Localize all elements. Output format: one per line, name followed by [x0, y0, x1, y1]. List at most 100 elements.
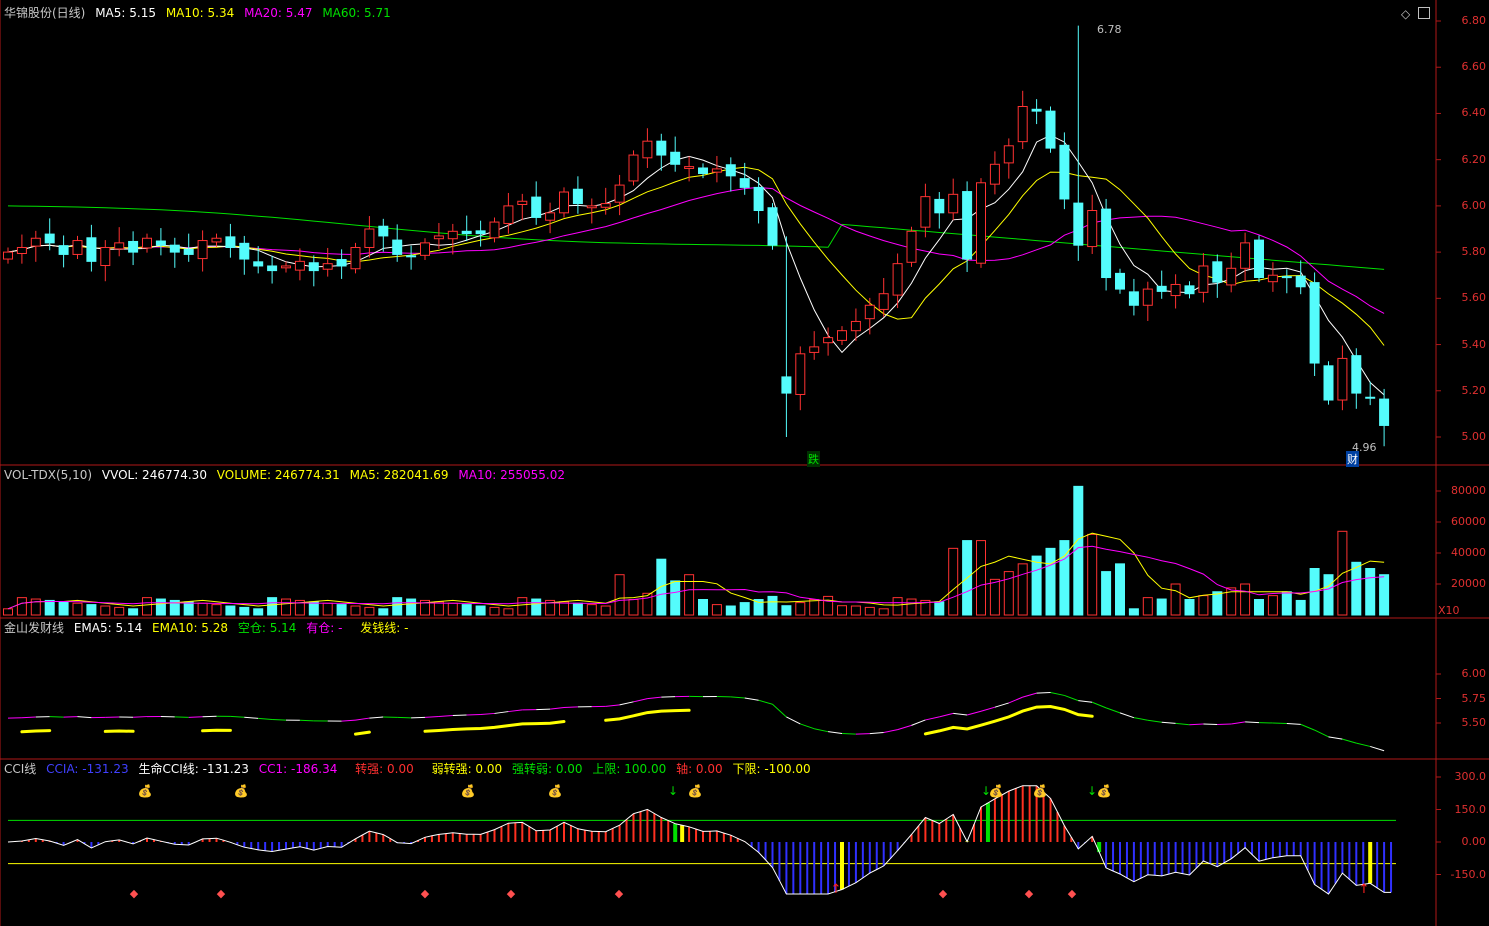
candle-body [169, 244, 180, 253]
jinshan-line-segment [1036, 692, 1051, 694]
candle-body [739, 178, 750, 188]
candle-body [892, 263, 903, 296]
jinshan-line-segment [438, 715, 453, 717]
ma60-line [7, 205, 1385, 270]
candle-body [642, 140, 653, 159]
jinshan-line-segment [1078, 700, 1093, 703]
candle-body [489, 221, 500, 239]
volume-bar [1267, 595, 1278, 616]
candle-body [3, 251, 13, 260]
jinshan-line-segment [480, 712, 495, 716]
jinshan-line-segment [883, 729, 898, 733]
money-bag-icon: 💰 [1033, 784, 1048, 798]
jinshan-line-segment [355, 717, 370, 721]
volume-bar [461, 604, 472, 616]
cci-lower: 下限: -100.00 [732, 762, 811, 776]
jinshan-line-segment [605, 704, 620, 707]
volume-bar [559, 601, 569, 616]
candle-body [753, 186, 764, 212]
candle-body [962, 191, 973, 260]
volume-bar [600, 605, 611, 616]
candle-body [1309, 282, 1320, 364]
jinshan-line-segment [63, 716, 78, 718]
jinshan-line-segment [911, 719, 926, 726]
diamond-icon[interactable]: ◇ [1401, 7, 1410, 21]
volume-bar [72, 602, 83, 616]
cci-tick-label: 150.0 [1454, 802, 1487, 816]
volume-bar [1017, 563, 1028, 616]
header-ma5: MA5: 5.15 [95, 6, 156, 20]
price-tick-label: 6.00 [1461, 198, 1487, 212]
jinshan-tick-label: 6.00 [1461, 667, 1487, 680]
candle-body [447, 230, 458, 240]
js-ema5: EMA5: 5.14 [73, 621, 143, 635]
volume-tick-label: 80000 [1451, 484, 1486, 497]
faqian-line [201, 728, 232, 733]
cci-upper: 上限: 100.00 [592, 762, 667, 776]
cci-tick-label: 0.00 [1461, 835, 1487, 848]
money-bag-icon: 💰 [688, 784, 703, 798]
candle-body [725, 164, 736, 177]
volume-bar [1365, 568, 1376, 616]
volume-bar [489, 606, 500, 616]
candle-body [837, 330, 847, 341]
gem-icon: ◆ [507, 887, 516, 900]
volume-bar [155, 598, 166, 616]
candle-body [211, 237, 222, 243]
cci-panel-header: CCI线 CCIA: -131.23 生命CCI线: -131.23 CC1: … [4, 761, 817, 777]
gem-icon: ◆ [1068, 887, 1077, 900]
volume-bar [475, 605, 486, 616]
volume-tick-label: 20000 [1451, 577, 1486, 590]
money-bag-icon: 💰 [548, 784, 563, 798]
candle-body [1128, 291, 1139, 306]
main-panel-header: 华锦股份(日线) MA5: 5.15 MA10: 5.34 MA20: 5.47… [4, 5, 397, 21]
jinshan-line-segment [299, 719, 314, 722]
jinshan-line-segment [758, 699, 773, 705]
candle-body [225, 236, 236, 248]
header-ma20: MA20: 5.47 [244, 6, 313, 20]
candle-body [114, 242, 125, 250]
candle-body [545, 212, 556, 221]
window-icon[interactable] [1418, 7, 1430, 19]
volume-bar [1198, 595, 1209, 616]
candle-body [1337, 357, 1348, 401]
volume-bar [86, 604, 97, 616]
jinshan-line-segment [494, 711, 509, 714]
candle-body [253, 261, 264, 267]
candle-body [976, 182, 986, 264]
candle-body [795, 353, 806, 395]
jinshan-line-segment [897, 724, 912, 731]
candle-body [670, 151, 681, 165]
jinshan-line-segment [1064, 694, 1079, 702]
volume-bar [142, 597, 152, 616]
js-kongcang: 空仓: 5.14 [237, 621, 297, 635]
candle-body [948, 193, 959, 214]
volume-bar [183, 601, 194, 616]
jinshan-line-segment [563, 706, 578, 708]
cci-ccia: CCIA: -131.23 [46, 762, 129, 776]
volume-bar [1031, 555, 1042, 616]
jinshan-line-segment [1217, 723, 1232, 726]
gem-icon: ◆ [130, 887, 139, 900]
volume-bar [850, 605, 861, 616]
js-ema10: EMA10: 5.28 [152, 621, 229, 635]
stock-title: 华锦股份(日线) [4, 6, 86, 20]
chart-canvas[interactable]: 💰 💰 💰 💰 💰 💰 💰 💰◆ ◆ ◆ ◆ ◆ ◆ ◆ ◆↓ ↓ ↓↑ ↑ [0, 0, 1489, 926]
volume-bar [336, 604, 347, 616]
cci-zhuanqiang: 转强: 0.00 [355, 762, 414, 776]
candle-body [1156, 285, 1167, 292]
candle-body [1045, 110, 1056, 149]
volume-bar [1295, 599, 1306, 616]
candle-body [614, 184, 625, 203]
jinshan-line-segment [966, 710, 982, 716]
stock-chart-window: 💰 💰 💰 💰 💰 💰 💰 💰 ◆ ◆ ◆ ◆ ◆ ◆ ◆ ◆ ↓ ↓ ↓ ↑ ↑ 华锦股份(日线) MA5: 5.15… [0, 0, 1489, 926]
candle-body [1184, 285, 1195, 295]
volume-unit-label: X10 [1438, 604, 1460, 617]
price-tick-label: 5.20 [1461, 383, 1487, 397]
arrow-down-icon: ↓ [1087, 784, 1097, 798]
candle-body [503, 205, 514, 224]
candle-body [934, 198, 945, 214]
die-marker: 跌 [807, 451, 820, 467]
candle-body [656, 140, 667, 156]
gem-icon: ◆ [217, 887, 226, 900]
